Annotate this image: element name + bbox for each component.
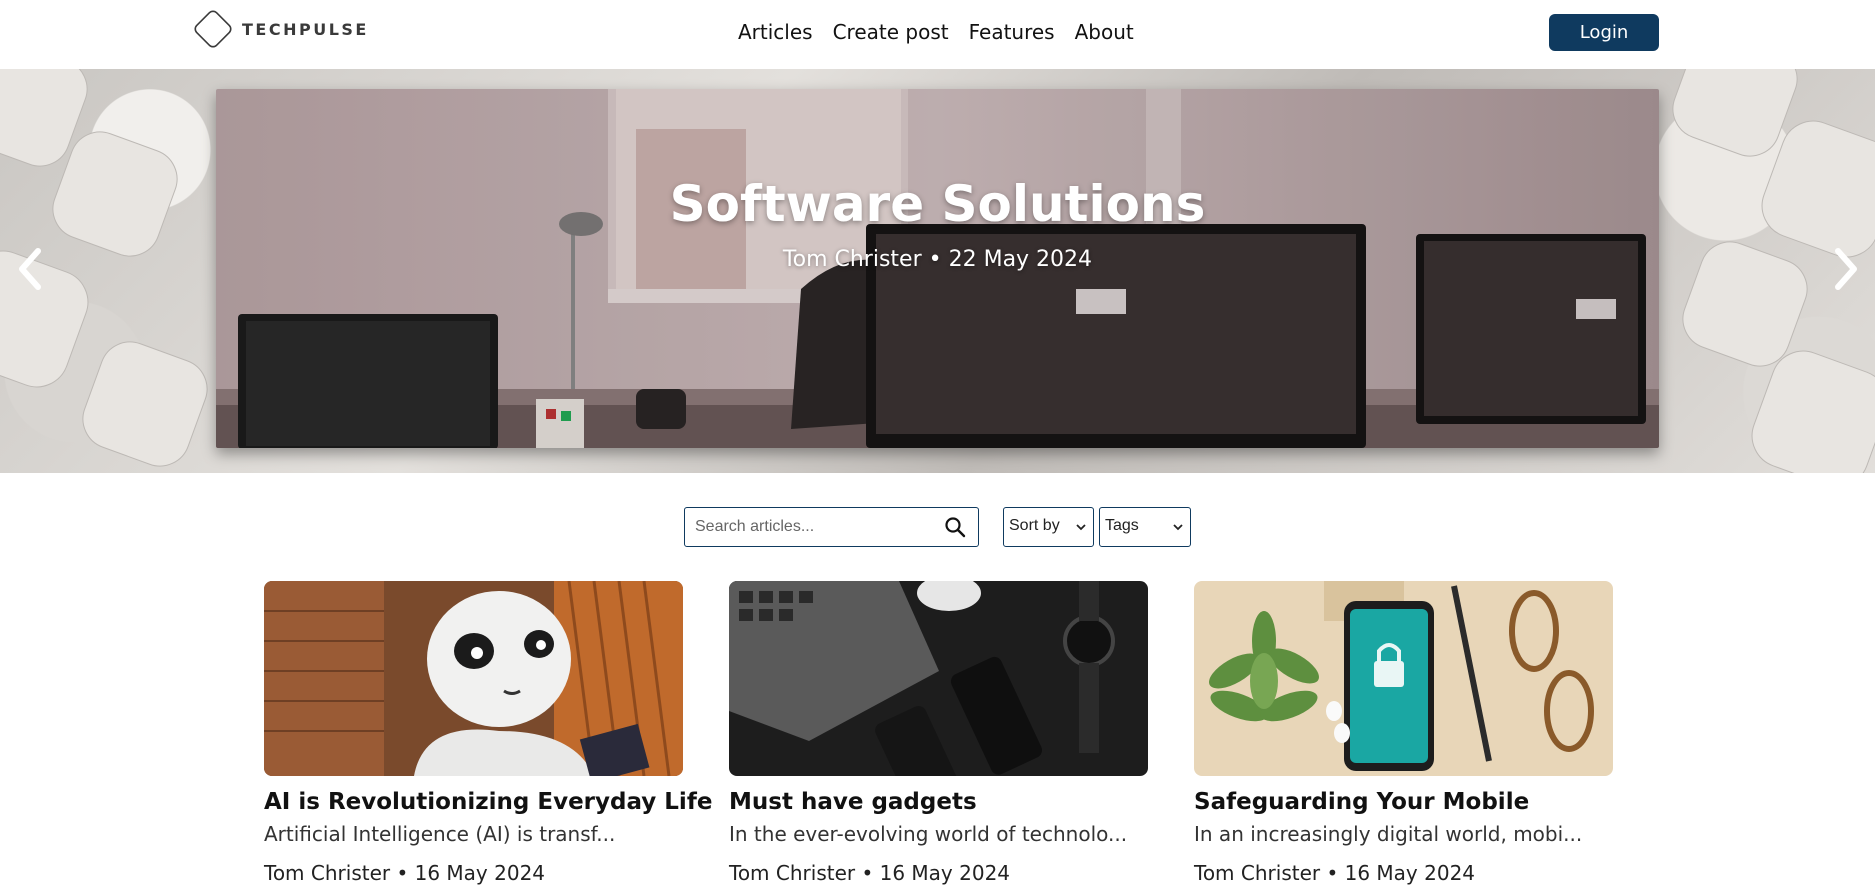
card-excerpt: Artificial Intelligence (AI) is transf..… [264,822,616,846]
logo-diamond-icon [194,10,232,48]
hero-slide[interactable]: Software Solutions Tom Christer • 22 May… [216,89,1659,448]
card-title[interactable]: Safeguarding Your Mobile [1194,789,1613,815]
card-title[interactable]: Must have gadgets [729,789,1148,815]
nav-item-features[interactable]: Features [969,18,1055,46]
card-excerpt: In the ever-evolving world of technolo..… [729,822,1128,846]
chevron-down-icon [1076,524,1086,531]
tags-select[interactable]: Tags [1099,507,1191,547]
nav-item-create-post[interactable]: Create post [833,18,949,46]
nav-item-articles[interactable]: Articles [738,18,813,46]
card-meta: Tom Christer • 16 May 2024 [729,861,1011,885]
article-card[interactable]: Safeguarding Your Mobile In an increasin… [1194,581,1613,885]
chevron-left-icon[interactable] [12,245,48,293]
nav-item-about[interactable]: About [1075,18,1134,46]
main-nav: Articles Create post Features About [738,18,1134,46]
card-meta: Tom Christer • 16 May 2024 [1194,861,1476,885]
mobile-security-photo [1194,581,1613,776]
chevron-right-icon[interactable] [1828,245,1864,293]
search-icon[interactable] [944,516,966,538]
card-excerpt: In an increasingly digital world, mobi..… [1194,822,1583,846]
article-card[interactable]: AI is Revolutionizing Everyday Life Arti… [264,581,712,885]
login-button[interactable]: Login [1549,14,1659,51]
hero-carousel: Software Solutions Tom Christer • 22 May… [0,69,1875,473]
hero-title: Software Solutions [669,175,1206,233]
sort-select[interactable]: Sort by [1003,507,1094,547]
card-title[interactable]: AI is Revolutionizing Everyday Life [264,789,712,815]
chevron-down-icon [1173,524,1183,531]
tags-select-label: Tags [1105,517,1139,534]
gadgets-photo [729,581,1148,776]
brand-logo[interactable]: TECHPULSE [190,6,369,52]
robot-photo [264,581,683,776]
article-card[interactable]: Must have gadgets In the ever-evolving w… [729,581,1148,885]
site-header: TECHPULSE Articles Create post Features … [0,0,1875,69]
search-box [684,507,979,547]
search-input[interactable] [695,516,935,538]
sort-select-label: Sort by [1009,517,1060,534]
card-meta: Tom Christer • 16 May 2024 [264,861,546,885]
hero-meta: Tom Christer • 22 May 2024 [782,247,1093,272]
brand-name: TECHPULSE [242,19,369,39]
